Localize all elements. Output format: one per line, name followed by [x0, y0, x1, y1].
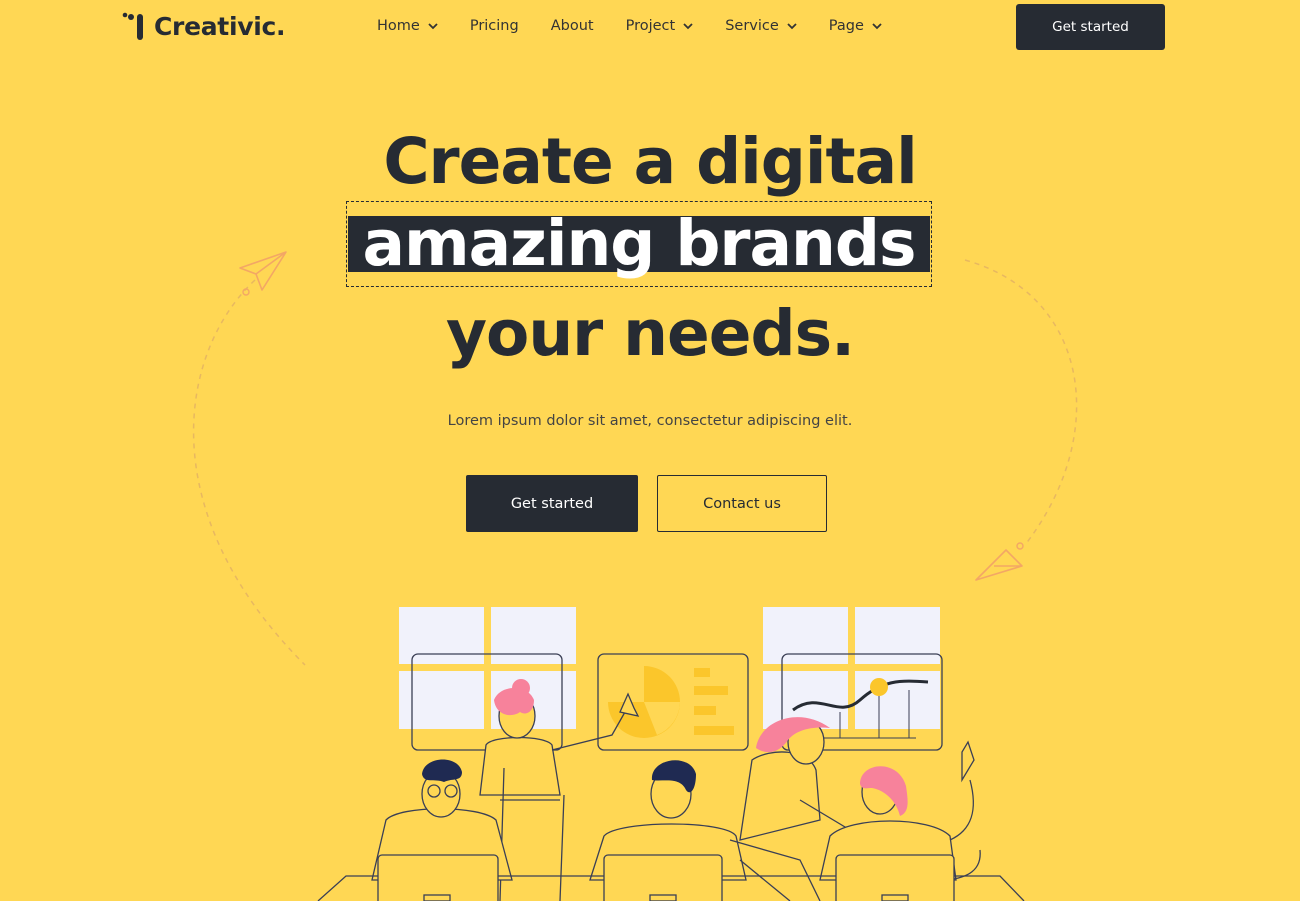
nav-item-label: Project	[625, 18, 676, 34]
desk	[317, 854, 1025, 901]
hero-title-line-3: your needs.	[445, 297, 855, 370]
nav-item-label: About	[550, 18, 594, 34]
nav-item-service[interactable]: Service	[725, 18, 797, 34]
chevron-down-icon	[683, 22, 693, 29]
team-illustration	[317, 607, 1025, 901]
brand-name: Creativic.	[154, 11, 286, 41]
paper-plane-icon	[239, 251, 287, 296]
hero-title-line-1: Create a digital	[383, 125, 917, 198]
chevron-down-icon	[428, 22, 438, 29]
brand-logo[interactable]: Creativic.	[122, 10, 286, 42]
main-nav: Home Pricing About Project Service Page	[377, 16, 882, 36]
nav-item-home[interactable]: Home	[377, 18, 438, 34]
nav-item-page[interactable]: Page	[829, 18, 882, 34]
nav-item-pricing[interactable]: Pricing	[470, 18, 519, 34]
nav-item-label: Service	[725, 18, 779, 34]
nav-item-label: Pricing	[469, 18, 519, 34]
hero-title-line-2: amazing brands	[362, 207, 917, 280]
pie-chart-board	[597, 653, 749, 751]
dashed-path-left-decoration	[192, 279, 306, 666]
chevron-down-icon	[872, 22, 882, 29]
paper-plane-icon	[975, 542, 1024, 581]
nav-item-about[interactable]: About	[551, 18, 594, 34]
nav-item-project[interactable]: Project	[626, 18, 694, 34]
contact-us-button[interactable]: Contact us	[657, 475, 827, 532]
nav-item-label: Page	[828, 18, 864, 34]
window-right	[763, 607, 940, 729]
logo-mark-icon	[122, 12, 143, 40]
dashed-path-right-decoration	[964, 259, 1078, 546]
header-get-started-button[interactable]: Get started	[1016, 4, 1165, 50]
window-left	[399, 607, 576, 729]
nav-item-label: Home	[377, 18, 420, 34]
get-started-button[interactable]: Get started	[466, 475, 638, 532]
chevron-down-icon	[787, 22, 797, 29]
hero-subtitle: Lorem ipsum dolor sit amet, consectetur …	[447, 413, 853, 429]
